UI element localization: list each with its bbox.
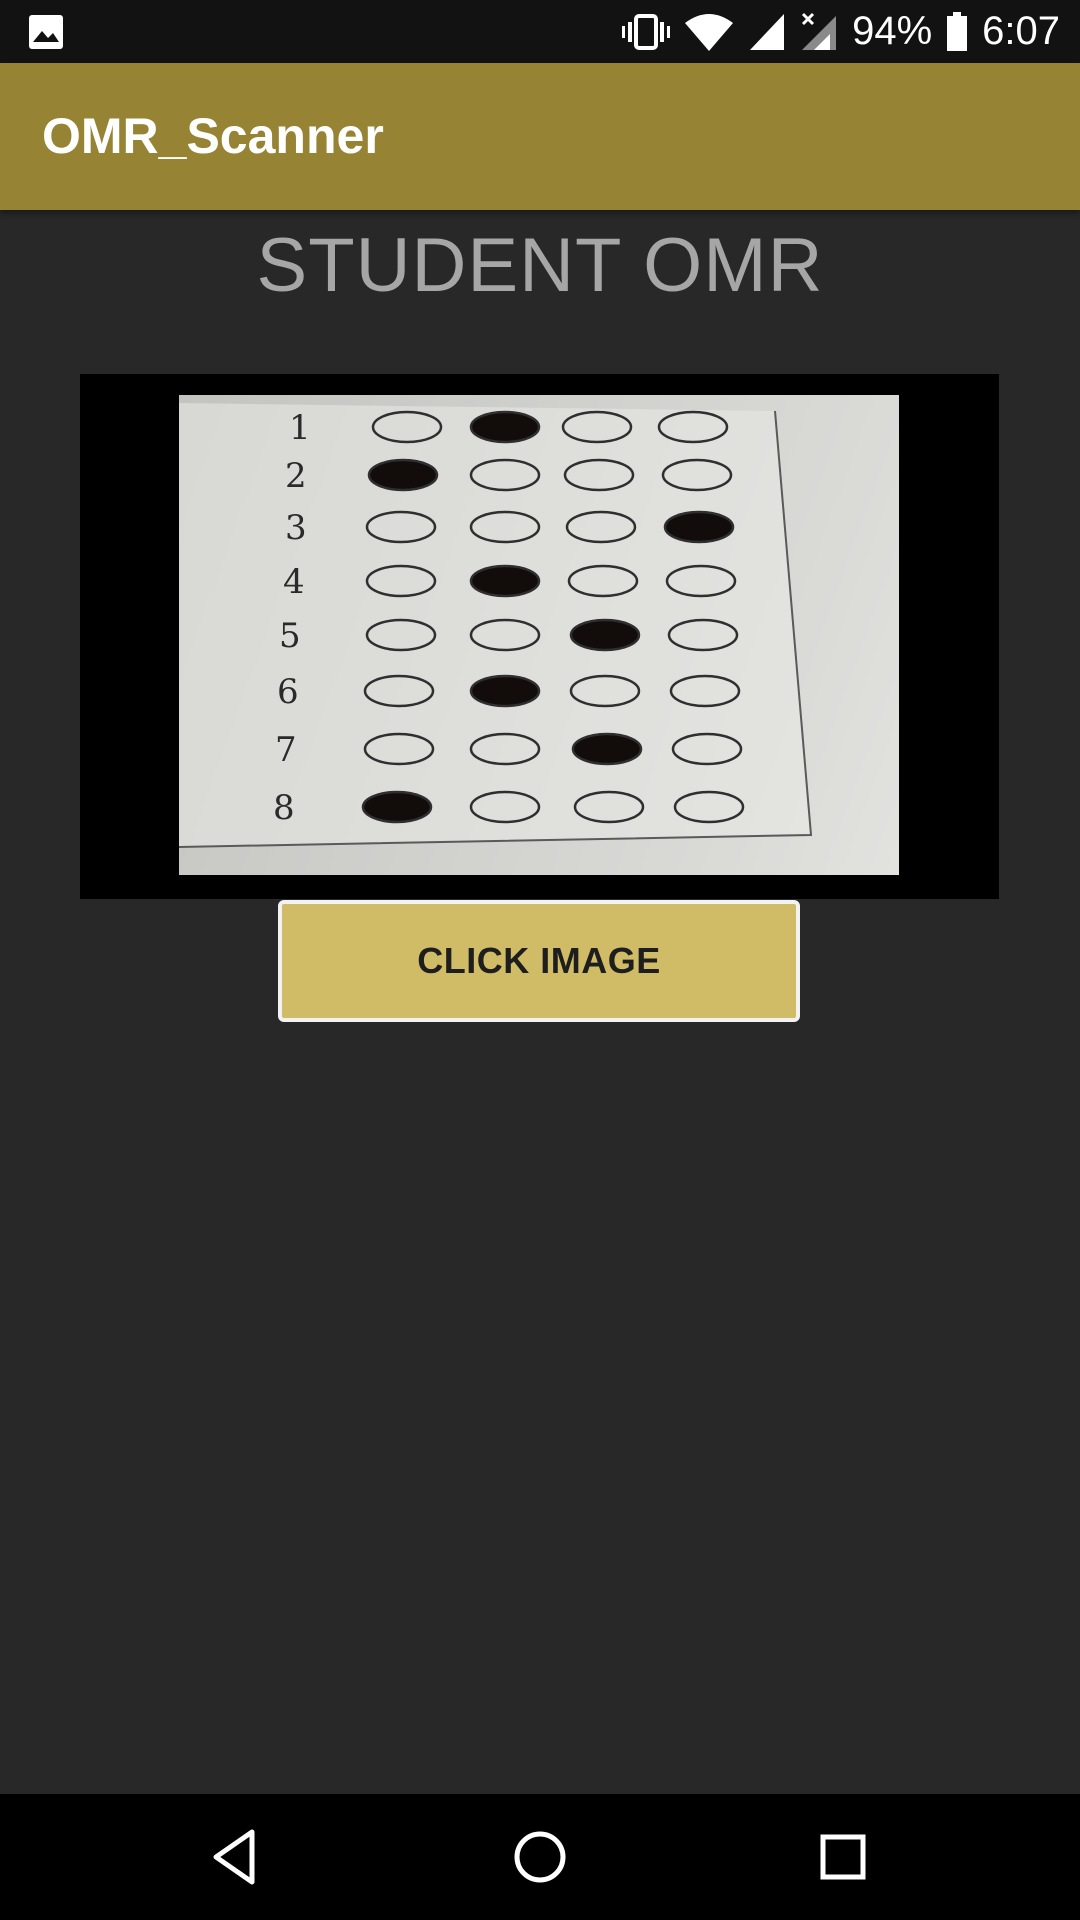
question-number: 5 <box>279 616 301 656</box>
question-number: 3 <box>285 508 307 548</box>
navigation-bar <box>0 1794 1080 1920</box>
vibrate-icon <box>622 12 671 52</box>
battery-percent: 94% <box>852 9 933 53</box>
app-title: OMR_Scanner <box>42 108 384 164</box>
signal-off-icon <box>800 12 838 52</box>
filled-bubble <box>367 458 439 492</box>
click-image-button[interactable]: CLICK IMAGE <box>278 900 800 1022</box>
question-number: 2 <box>285 456 307 496</box>
filled-bubble <box>469 674 541 708</box>
home-icon[interactable] <box>505 1822 575 1892</box>
status-bar: 94% 6:07 <box>0 0 1080 63</box>
omr-sheet-drawing: 1 2 3 4 5 6 7 8 <box>179 403 813 848</box>
image-icon <box>28 14 64 55</box>
wifi-icon <box>684 11 734 53</box>
back-icon[interactable] <box>200 1822 270 1892</box>
battery-icon <box>946 11 968 52</box>
question-number: 1 <box>289 408 311 448</box>
app-bar: OMR_Scanner <box>0 63 1080 210</box>
filled-bubble <box>569 618 641 652</box>
signal-icon <box>748 12 786 52</box>
clock: 6:07 <box>982 9 1060 53</box>
page-title: STUDENT OMR <box>256 223 824 308</box>
filled-bubble <box>469 410 541 444</box>
recents-icon[interactable] <box>808 1822 878 1892</box>
question-number: 7 <box>275 730 297 770</box>
omr-image-view[interactable]: 1 2 3 4 5 6 7 8 <box>80 374 999 899</box>
filled-bubble <box>469 564 541 598</box>
filled-bubble <box>571 732 643 766</box>
filled-bubble <box>361 790 433 824</box>
omr-sheet-photo: 1 2 3 4 5 6 7 8 <box>179 395 899 875</box>
question-number: 4 <box>283 562 305 602</box>
question-number: 6 <box>277 672 299 712</box>
question-number: 8 <box>273 788 295 828</box>
filled-bubble <box>663 510 735 544</box>
